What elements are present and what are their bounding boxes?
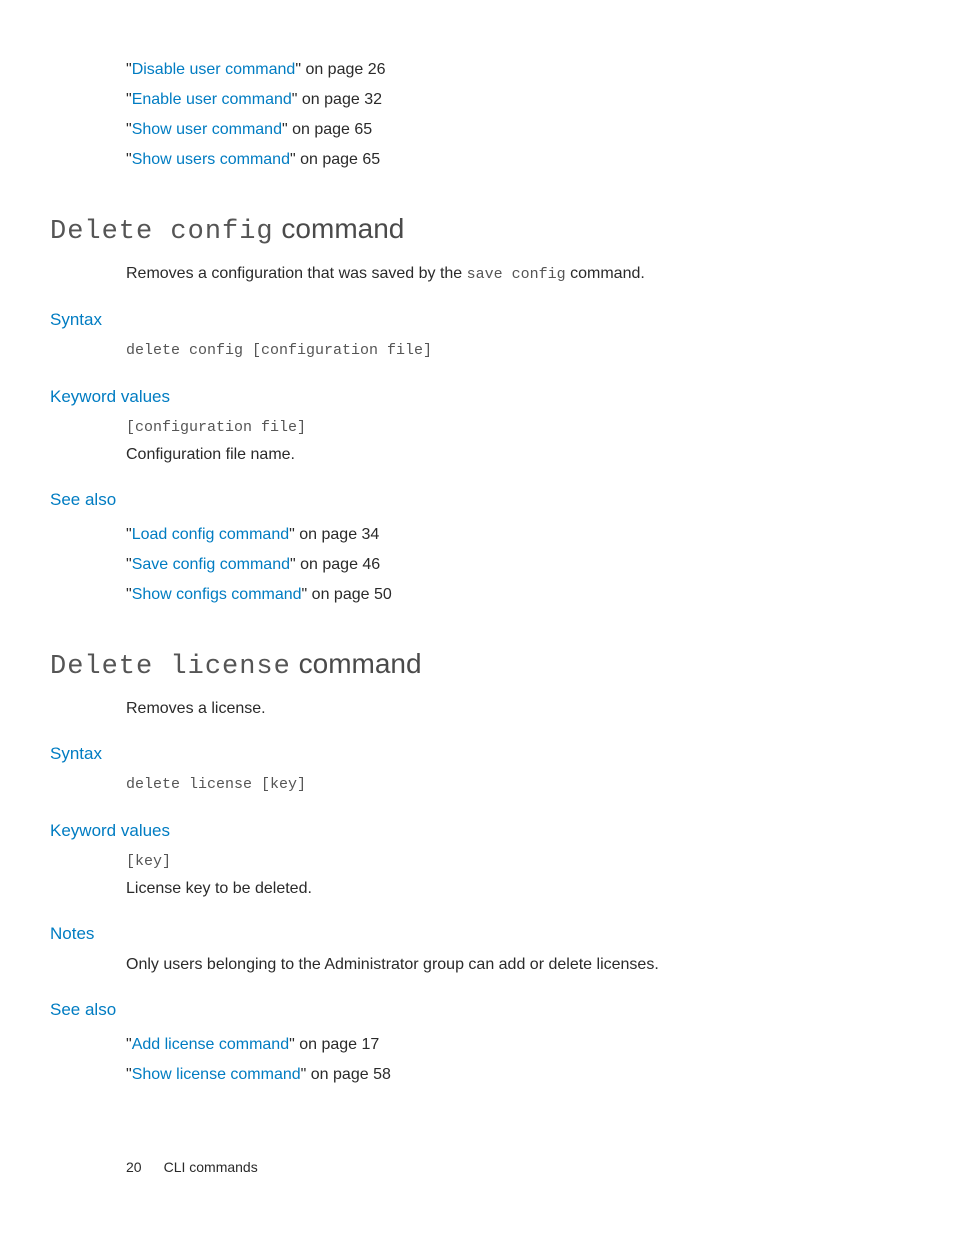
top-xrefs: "Disable user command" on page 26 "Enabl… [0, 55, 954, 175]
xref-link[interactable]: Save config command [132, 556, 290, 573]
xref-suffix: " on page 58 [301, 1066, 391, 1083]
xref-suffix: " on page 26 [295, 61, 385, 78]
xref-item: "Show user command" on page 65 [126, 115, 954, 145]
page: "Disable user command" on page 26 "Enabl… [0, 0, 954, 1235]
desc-text: Removes a license. [126, 700, 266, 717]
see-also-list: "Load config command" on page 34 "Save c… [0, 516, 954, 610]
keyword-values-heading: Keyword values [0, 797, 954, 847]
xref-link[interactable]: Show user command [132, 121, 282, 138]
xref-link[interactable]: Show users command [132, 151, 290, 168]
xref-suffix: " on page 65 [282, 121, 372, 138]
xref-link[interactable]: Add license command [132, 1036, 289, 1053]
xref-link[interactable]: Load config command [132, 526, 289, 543]
keyword-desc: Configuration file name. [0, 440, 954, 466]
xref-item: "Add license command" on page 17 [126, 1030, 954, 1060]
section-heading-delete-config: Delete config command [0, 175, 954, 257]
xref-suffix: " on page 46 [290, 556, 380, 573]
syntax-heading: Syntax [0, 286, 954, 336]
section-description: Removes a license. [0, 692, 954, 720]
keyword-code: [key] [0, 847, 954, 874]
xref-link[interactable]: Show configs command [132, 586, 302, 603]
xref-suffix: " on page 32 [292, 91, 382, 108]
xref-item: "Show users command" on page 65 [126, 145, 954, 175]
heading-mono: Delete config [50, 217, 274, 247]
see-also-list: "Add license command" on page 17 "Show l… [0, 1026, 954, 1090]
xref-item: "Load config command" on page 34 [126, 520, 954, 550]
xref-link[interactable]: Enable user command [132, 91, 292, 108]
xref-suffix: " on page 34 [289, 526, 379, 543]
syntax-heading: Syntax [0, 720, 954, 770]
keyword-values-heading: Keyword values [0, 363, 954, 413]
desc-pre: Removes a configuration that was saved b… [126, 265, 467, 282]
section-description: Removes a configuration that was saved b… [0, 257, 954, 286]
xref-suffix: " on page 50 [302, 586, 392, 603]
heading-word: command [274, 213, 405, 244]
xref-link[interactable]: Show license command [132, 1066, 301, 1083]
section-heading-delete-license: Delete license command [0, 610, 954, 692]
heading-word: command [291, 648, 422, 679]
notes-body: Only users belonging to the Administrato… [0, 950, 954, 976]
desc-inline-code: save config [467, 266, 566, 283]
page-number: 20 [126, 1159, 164, 1175]
xref-item: "Disable user command" on page 26 [126, 55, 954, 85]
heading-mono: Delete license [50, 652, 291, 682]
footer-section-title: CLI commands [164, 1159, 258, 1175]
see-also-heading: See also [0, 466, 954, 516]
xref-item: "Show license command" on page 58 [126, 1060, 954, 1090]
syntax-code: delete license [key] [0, 770, 954, 797]
see-also-heading: See also [0, 976, 954, 1026]
keyword-desc: License key to be deleted. [0, 874, 954, 900]
page-footer: 20CLI commands [126, 1159, 258, 1175]
notes-heading: Notes [0, 900, 954, 950]
xref-suffix: " on page 17 [289, 1036, 379, 1053]
desc-post: command. [566, 265, 645, 282]
keyword-code: [configuration file] [0, 413, 954, 440]
xref-link[interactable]: Disable user command [132, 61, 296, 78]
xref-item: "Save config command" on page 46 [126, 550, 954, 580]
syntax-code: delete config [configuration file] [0, 336, 954, 363]
xref-item: "Enable user command" on page 32 [126, 85, 954, 115]
xref-suffix: " on page 65 [290, 151, 380, 168]
xref-item: "Show configs command" on page 50 [126, 580, 954, 610]
